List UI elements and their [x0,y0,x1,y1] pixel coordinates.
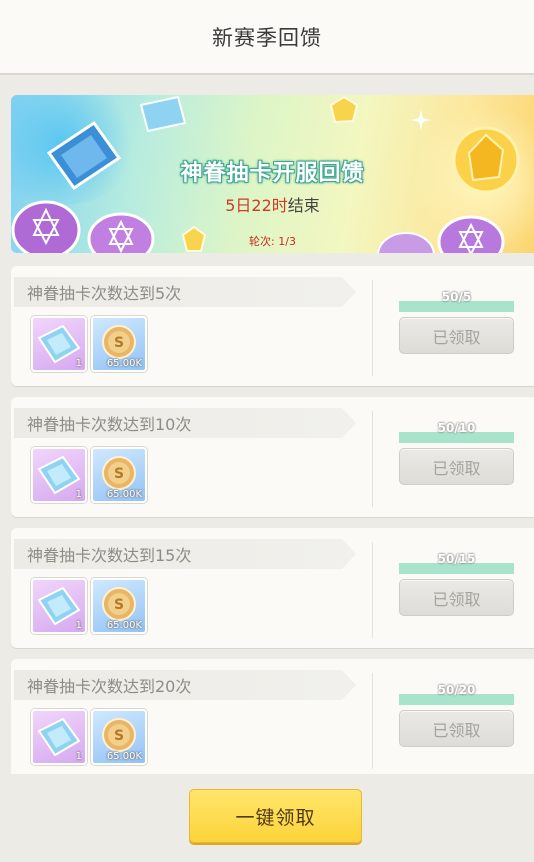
claimed-button[interactable]: 已领取 [399,448,514,485]
svg-text:S: S [114,335,124,351]
reward-quantity: 65.00K [106,358,142,369]
reward-item-ticket[interactable]: 1 [31,578,87,634]
task-title: 神眷抽卡次数达到20次 [27,677,192,696]
round-counter: 轮次: 1/3 [249,235,296,248]
svg-text:S: S [114,597,124,613]
reward-item-coin[interactable]: S 65.00K [91,709,147,765]
sparkle-icon [411,110,431,130]
task-list[interactable]: 神眷抽卡次数达到5次 1 S 65.00K 50/5 已领取 神眷抽卡次数达到1… [11,266,534,774]
banner-title: 神眷抽卡开服回馈 [180,161,365,186]
task-title-bar: 神眷抽卡次数达到10次 [14,408,356,438]
task-card: 神眷抽卡次数达到15次 1 S 65.00K 50/15 已领取 [11,528,534,648]
ticket-small-decor-icon [139,95,187,133]
card-divider [372,673,373,769]
reward-quantity: 65.00K [106,751,142,762]
reward-item-coin[interactable]: S 65.00K [91,447,147,503]
yellow-crystal-icon [329,95,359,124]
card-divider [372,411,373,507]
reward-quantity: 1 [75,620,82,631]
reward-item-ticket[interactable]: 1 [31,447,87,503]
task-title: 神眷抽卡次数达到15次 [27,546,192,565]
task-title: 神眷抽卡次数达到10次 [27,415,192,434]
claimed-button[interactable]: 已领取 [399,710,514,747]
timer-suffix: 结束 [287,196,320,215]
task-title-bar: 神眷抽卡次数达到5次 [14,277,356,307]
progress-label: 50/5 [441,290,472,304]
svg-text:S: S [114,728,124,744]
reward-quantity: 65.00K [106,489,142,500]
reward-quantity: 65.00K [106,620,142,631]
reward-item-coin[interactable]: S 65.00K [91,578,147,634]
task-card: 神眷抽卡次数达到20次 1 S 65.00K 50/20 已领取 [11,659,534,774]
timer-remaining: 5日22时 [225,196,288,215]
task-card: 神眷抽卡次数达到5次 1 S 65.00K 50/5 已领取 [11,266,534,386]
reward-quantity: 1 [75,358,82,369]
page-title: 新赛季回馈 [212,25,322,50]
claimed-button[interactable]: 已领取 [399,579,514,616]
task-title-bar: 神眷抽卡次数达到15次 [14,539,356,569]
card-divider [372,542,373,638]
progress-label: 50/10 [437,421,476,435]
task-title-bar: 神眷抽卡次数达到20次 [14,670,356,700]
event-banner: 神眷抽卡开服回馈 5日22时结束 轮次: 1/3 [11,95,534,253]
event-timer: 5日22时结束 [11,192,534,216]
claimed-button[interactable]: 已领取 [399,317,514,354]
reward-quantity: 1 [75,489,82,500]
task-card: 神眷抽卡次数达到10次 1 S 65.00K 50/10 已领取 [11,397,534,517]
reward-item-ticket[interactable]: 1 [31,316,87,372]
claim-all-button[interactable]: 一键领取 [189,789,362,843]
reward-quantity: 1 [75,751,82,762]
progress-label: 50/15 [437,552,476,566]
progress-label: 50/20 [437,683,476,697]
reward-item-ticket[interactable]: 1 [31,709,87,765]
header-bar: 新赛季回馈 [0,0,534,75]
reward-item-coin[interactable]: S 65.00K [91,316,147,372]
svg-text:S: S [114,466,124,482]
card-divider [372,280,373,376]
task-title: 神眷抽卡次数达到5次 [27,284,182,303]
